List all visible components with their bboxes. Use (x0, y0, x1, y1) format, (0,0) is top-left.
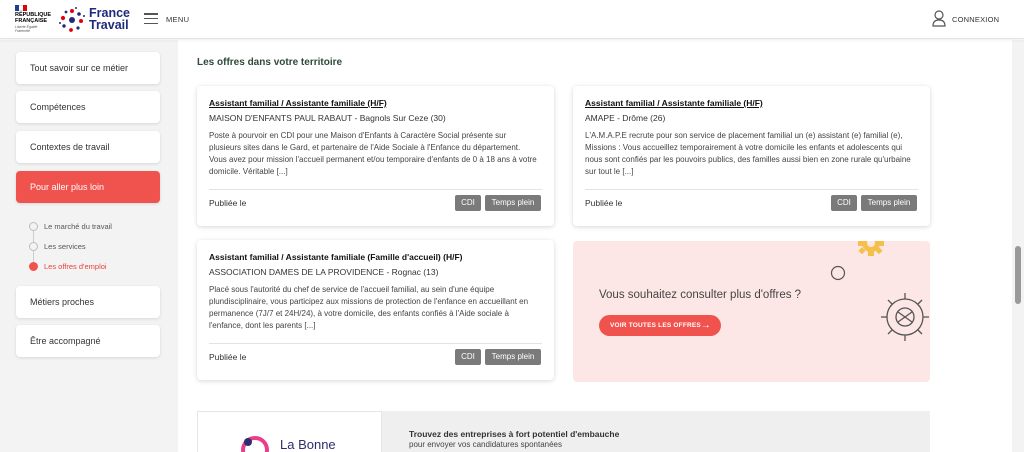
subnav-dot-active-icon (29, 262, 38, 271)
offer-card[interactable]: Assistant familial / Assistante familial… (573, 86, 930, 226)
offer-description: Poste à pourvoir en CDI pour une Maison … (209, 131, 537, 176)
contract-type-badge: CDI (455, 349, 481, 365)
arrow-right-icon: → (700, 320, 711, 331)
login-button[interactable]: CONNEXION (952, 15, 999, 24)
la-bonne-boite-banner[interactable]: La Bonne Trouvez des entreprises à fort … (197, 411, 930, 452)
offer-card[interactable]: Assistant familial / Assistante familial… (197, 240, 554, 380)
offer-company: AMAPE - Drôme (26) (585, 113, 666, 123)
offer-description: Placé sous l'autorité du chef de service… (209, 285, 529, 330)
divider (209, 343, 542, 344)
gear-large-icon (881, 293, 929, 341)
divider (209, 189, 542, 190)
offer-title[interactable]: Assistant familial / Assistante familial… (209, 98, 387, 108)
work-time-badge: Temps plein (861, 195, 917, 211)
brand-name[interactable]: France Travail (89, 7, 130, 32)
gear-small-icon (858, 241, 884, 256)
sidebar-item-tout-savoir[interactable]: Tout savoir sur ce métier (16, 52, 160, 84)
contract-type-badge: CDI (455, 195, 481, 211)
user-icon[interactable] (932, 10, 946, 27)
banner-logo-area: La Bonne (197, 411, 382, 452)
banner-subtitle: pour envoyer vos candidatures spontanées (409, 440, 562, 449)
sidebar-item-competences[interactable]: Compétences (16, 91, 160, 123)
marianne-logo[interactable]: RÉPUBLIQUE FRANÇAISE Liberté Égalité Fra… (15, 5, 53, 35)
la-bonne-boite-logo-icon (241, 436, 269, 452)
menu-icon[interactable] (144, 13, 158, 24)
more-offers-card: Vous souhaitez consulter plus d'offres ?… (573, 241, 930, 382)
banner-title: Trouvez des entreprises à fort potentiel… (409, 429, 620, 439)
france-travail-logo-icon[interactable] (57, 5, 87, 35)
brand-line-2: Travail (89, 18, 129, 32)
subnav-item-services[interactable]: Les services (44, 242, 86, 251)
more-offers-text: Vous souhaitez consulter plus d'offres ? (599, 289, 802, 301)
menu-button[interactable]: MENU (166, 15, 189, 24)
work-time-badge: Temps plein (485, 195, 541, 211)
offer-published: Publiée le (209, 198, 247, 208)
offer-published: Publiée le (209, 352, 247, 362)
see-all-offers-label: VOIR TOUTES LES OFFRES (610, 322, 701, 329)
motto-label: Liberté Égalité Fraternité (15, 25, 38, 33)
scrollbar-thumb[interactable] (1015, 246, 1021, 304)
offer-description: L'A.M.A.P.E recrute pour son service de … (585, 131, 911, 176)
contract-type-badge: CDI (831, 195, 857, 211)
section-title: Les offres dans votre territoire (197, 57, 343, 68)
sidebar-item-metiers-proches[interactable]: Métiers proches (16, 286, 160, 318)
subnav-dot-icon (29, 222, 38, 231)
subnav-dot-icon (29, 242, 38, 251)
work-time-badge: Temps plein (485, 349, 541, 365)
sidebar-item-contextes[interactable]: Contextes de travail (16, 131, 160, 163)
offer-company: MAISON D'ENFANTS PAUL RABAUT - Bagnols S… (209, 113, 446, 123)
la-bonne-boite-name: La Bonne (280, 437, 336, 452)
subnav-item-offres[interactable]: Les offres d'emploi (44, 262, 107, 271)
offer-published: Publiée le (585, 198, 623, 208)
offer-title[interactable]: Assistant familial / Assistante familial… (585, 98, 763, 108)
see-all-offers-button[interactable]: VOIR TOUTES LES OFFRES → (599, 315, 721, 336)
divider (585, 189, 918, 190)
offer-title[interactable]: Assistant familial / Assistante familial… (209, 252, 462, 262)
subnav-item-marche[interactable]: Le marché du travail (44, 222, 112, 231)
offer-company: ASSOCIATION DAMES DE LA PROVIDENCE - Rog… (209, 267, 439, 277)
top-header: RÉPUBLIQUE FRANÇAISE Liberté Égalité Fra… (0, 0, 1024, 39)
sidebar-item-pour-aller-plus-loin[interactable]: Pour aller plus loin (16, 171, 160, 203)
french-flag-icon (15, 5, 27, 11)
circle-deco-icon (830, 265, 846, 281)
offer-card[interactable]: Assistant familial / Assistante familial… (197, 86, 554, 226)
sidebar-item-etre-accompagne[interactable]: Être accompagné (16, 325, 160, 357)
republic-label: RÉPUBLIQUE FRANÇAISE (15, 12, 52, 24)
